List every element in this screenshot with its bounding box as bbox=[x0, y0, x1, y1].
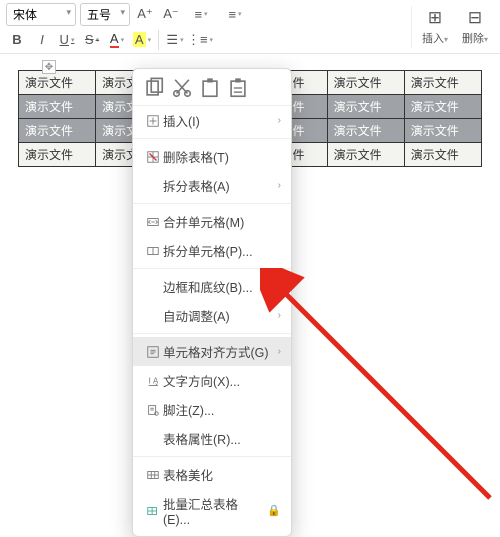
table-cell[interactable]: 演示文件 bbox=[327, 119, 404, 143]
underline-button[interactable]: U bbox=[56, 29, 78, 51]
ctx-label: 合并单元格(M) bbox=[163, 212, 281, 231]
ctx-label: 表格属性(R)... bbox=[163, 429, 281, 448]
merge-cells-icon bbox=[143, 215, 163, 229]
table-cell[interactable]: 演示文件 bbox=[19, 119, 96, 143]
text-direction-icon: IA bbox=[143, 374, 163, 388]
ctx-label: 插入(I) bbox=[163, 111, 278, 130]
ctx-borders-shading[interactable]: 边框和底纹(B)... bbox=[133, 272, 291, 301]
cut-button[interactable] bbox=[171, 77, 193, 99]
number-list-button[interactable]: ⋮≡ bbox=[189, 29, 211, 51]
table-cell[interactable]: 演示文件 bbox=[327, 143, 404, 167]
toolbar-row-2: B I U S A A ☰ ⋮≡ bbox=[6, 29, 407, 51]
ctx-autofit[interactable]: 自动调整(A) › bbox=[133, 301, 291, 330]
batch-summary-icon bbox=[143, 504, 163, 518]
table-cell[interactable]: 演示文件 bbox=[404, 71, 481, 95]
table-cell[interactable]: 演示文件 bbox=[19, 143, 96, 167]
delete-table-icon bbox=[143, 150, 163, 164]
ctx-label: 表格美化 bbox=[163, 465, 281, 484]
font-size-select[interactable]: 五号 bbox=[80, 3, 130, 26]
font-increase-button[interactable]: A⁺ bbox=[134, 3, 156, 25]
insert-icon bbox=[143, 114, 163, 128]
svg-text:I: I bbox=[149, 376, 151, 385]
context-separator bbox=[133, 138, 291, 139]
font-decrease-button[interactable]: A⁻ bbox=[160, 3, 182, 25]
paste-button[interactable] bbox=[199, 77, 221, 99]
ctx-delete-table[interactable]: 删除表格(T) bbox=[133, 142, 291, 171]
cut-icon bbox=[171, 77, 193, 99]
beautify-icon bbox=[143, 468, 163, 482]
table-insert-icon: ⊞ bbox=[428, 8, 442, 28]
toolbar-row-1: 宋体 五号 A⁺ A⁻ ≡ ≡ bbox=[6, 3, 407, 26]
ctx-label: 脚注(Z)... bbox=[163, 400, 281, 419]
table-delete-button[interactable]: ⊟ 删除▾ bbox=[456, 6, 494, 48]
ctx-label: 删除表格(T) bbox=[163, 147, 281, 166]
premium-lock-icon: 🔒 bbox=[267, 504, 281, 517]
chevron-right-icon: › bbox=[278, 115, 281, 126]
table-cell[interactable]: 演示文件 bbox=[19, 71, 96, 95]
paste-icon bbox=[199, 77, 221, 99]
formatting-toolbar: 宋体 五号 A⁺ A⁻ ≡ ≡ B I U S A A ☰ ⋮≡ ⊞ 插入▾ ⊟… bbox=[0, 0, 500, 54]
table-cell[interactable]: 演示文件 bbox=[404, 143, 481, 167]
ctx-merge-cells[interactable]: 合并单元格(M) bbox=[133, 207, 291, 236]
ctx-cell-alignment[interactable]: 单元格对齐方式(G) › bbox=[133, 337, 291, 366]
ctx-label: 拆分单元格(P)... bbox=[163, 241, 281, 260]
highlight-color-button[interactable]: A bbox=[131, 29, 153, 51]
ctx-label: 自动调整(A) bbox=[163, 306, 278, 325]
ctx-label: 单元格对齐方式(G) bbox=[163, 342, 278, 361]
ctx-split-table[interactable]: 拆分表格(A) › bbox=[133, 171, 291, 200]
ctx-label: 批量汇总表格(E)... bbox=[163, 494, 263, 527]
table-delete-icon: ⊟ bbox=[468, 8, 482, 28]
bold-button[interactable]: B bbox=[6, 29, 28, 51]
copy-icon bbox=[143, 77, 165, 99]
copy-button[interactable] bbox=[143, 77, 165, 99]
chevron-right-icon: › bbox=[278, 310, 281, 321]
toolbar-left-group: 宋体 五号 A⁺ A⁻ ≡ ≡ B I U S A A ☰ ⋮≡ bbox=[6, 3, 407, 51]
context-quick-actions bbox=[133, 73, 291, 106]
ctx-batch-summary[interactable]: 批量汇总表格(E)... 🔒 bbox=[133, 489, 291, 532]
font-color-button[interactable]: A bbox=[106, 29, 128, 51]
ctx-footnote[interactable]: 脚注(Z)... bbox=[133, 395, 291, 424]
ctx-label: 文字方向(X)... bbox=[163, 371, 281, 390]
table-insert-button[interactable]: ⊞ 插入▾ bbox=[416, 6, 454, 48]
font-family-select[interactable]: 宋体 bbox=[6, 3, 76, 26]
paste-special-button[interactable] bbox=[227, 77, 249, 99]
context-separator bbox=[133, 456, 291, 457]
ctx-label: 边框和底纹(B)... bbox=[163, 277, 281, 296]
paste-special-icon bbox=[227, 77, 249, 99]
table-context-menu: 插入(I) › 删除表格(T) 拆分表格(A) › 合并单元格(M) 拆分单元格… bbox=[132, 68, 292, 537]
strikethrough-button[interactable]: S bbox=[81, 29, 103, 51]
ctx-label: 拆分表格(A) bbox=[163, 176, 278, 195]
chevron-right-icon: › bbox=[278, 346, 281, 357]
table-cell[interactable]: 演示文件 bbox=[327, 71, 404, 95]
table-cell[interactable]: 演示文件 bbox=[404, 95, 481, 119]
ctx-split-cells[interactable]: 拆分单元格(P)... bbox=[133, 236, 291, 265]
context-separator bbox=[133, 268, 291, 269]
line-spacing-button[interactable]: ≡ bbox=[186, 3, 216, 25]
split-cells-icon bbox=[143, 244, 163, 258]
table-cell[interactable]: 演示文件 bbox=[404, 119, 481, 143]
delete-label: 删除 bbox=[462, 33, 484, 45]
ctx-table-beautify[interactable]: 表格美化 bbox=[133, 460, 291, 489]
footnote-icon bbox=[143, 403, 163, 417]
table-cell[interactable]: 演示文件 bbox=[19, 95, 96, 119]
ctx-table-properties[interactable]: 表格属性(R)... bbox=[133, 424, 291, 453]
toolbar-right-group: ⊞ 插入▾ ⊟ 删除▾ bbox=[411, 6, 494, 48]
italic-button[interactable]: I bbox=[31, 29, 53, 51]
ctx-insert[interactable]: 插入(I) › bbox=[133, 106, 291, 135]
table-cell[interactable]: 演示文件 bbox=[327, 95, 404, 119]
table-move-handle[interactable]: ✥ bbox=[42, 60, 56, 74]
align-dropdown-button[interactable]: ≡ bbox=[220, 3, 250, 25]
cell-align-icon bbox=[143, 345, 163, 359]
ctx-text-direction[interactable]: IA 文字方向(X)... bbox=[133, 366, 291, 395]
toolbar-divider bbox=[158, 30, 159, 50]
context-separator bbox=[133, 203, 291, 204]
insert-label: 插入 bbox=[422, 33, 444, 45]
context-separator bbox=[133, 333, 291, 334]
bullet-list-button[interactable]: ☰ bbox=[164, 29, 186, 51]
annotation-arrow bbox=[260, 268, 500, 508]
chevron-right-icon: › bbox=[278, 180, 281, 191]
